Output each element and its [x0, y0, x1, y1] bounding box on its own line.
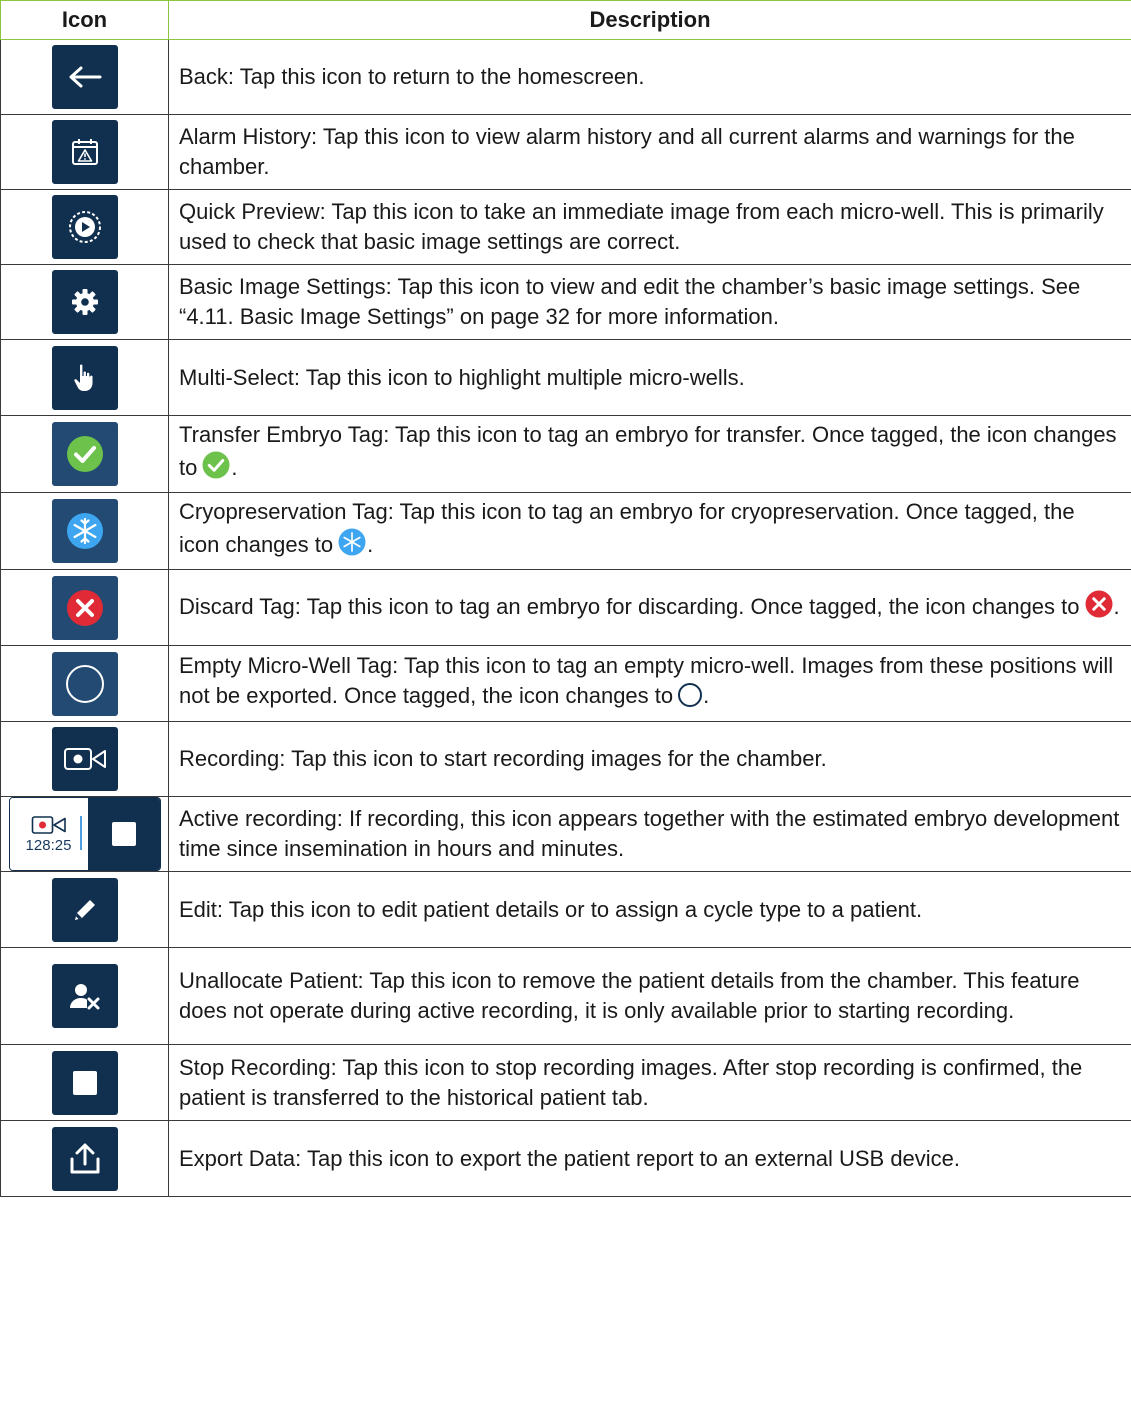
gear-icon — [51, 270, 118, 334]
row-description: Discard Tag: Tap this icon to tag an emb… — [168, 569, 1131, 646]
development-time: 128:25 — [25, 836, 72, 854]
row-description: Active recording: If recording, this ico… — [168, 796, 1131, 872]
icon-description-table: Icon Description Back: Tap this icon to … — [0, 0, 1131, 1197]
description-text-end: . — [703, 683, 710, 708]
row-description: Recording: Tap this icon to start record… — [168, 721, 1131, 797]
table-row: Transfer Embryo Tag: Tap this icon to ta… — [0, 415, 1131, 493]
check-circle-icon — [201, 450, 231, 488]
table-row: Recording: Tap this icon to start record… — [0, 721, 1131, 797]
column-header-icon: Icon — [0, 0, 169, 40]
user-remove-icon — [51, 964, 118, 1028]
table-row: Multi-Select: Tap this icon to highlight… — [0, 339, 1131, 416]
table-row: Export Data: Tap this icon to export the… — [0, 1120, 1131, 1197]
stop-square-icon — [111, 822, 136, 846]
row-description: Export Data: Tap this icon to export the… — [168, 1120, 1131, 1197]
row-description: Empty Micro-Well Tag: Tap this icon to t… — [168, 645, 1131, 722]
table-row: Discard Tag: Tap this icon to tag an emb… — [0, 569, 1131, 646]
description-text: Transfer Embryo Tag: Tap this icon to ta… — [179, 422, 1117, 480]
description-text-end: . — [231, 455, 238, 480]
table-row: Cryopreservation Tag: Tap this icon to t… — [0, 492, 1131, 570]
table-row: Empty Micro-Well Tag: Tap this icon to t… — [0, 645, 1131, 722]
row-description: Unallocate Patient: Tap this icon to rem… — [168, 947, 1131, 1045]
snowflake-icon — [51, 499, 118, 563]
column-header-description: Description — [168, 0, 1131, 40]
hand-pointer-icon — [51, 345, 118, 410]
row-description: Edit: Tap this icon to edit patient deta… — [168, 871, 1131, 948]
recording-camera-icon — [31, 815, 66, 834]
table-row: 128:25 Active recording: If recording, t… — [0, 796, 1131, 872]
row-description: Alarm History: Tap this icon to view ala… — [168, 114, 1131, 190]
quick-preview-icon — [51, 195, 118, 259]
description-text: Empty Micro-Well Tag: Tap this icon to t… — [179, 653, 1114, 708]
row-description: Basic Image Settings: Tap this icon to v… — [168, 264, 1131, 340]
description-text: Discard Tag: Tap this icon to tag an emb… — [179, 593, 1080, 619]
table-row: Alarm History: Tap this icon to view ala… — [0, 114, 1131, 190]
check-circle-icon — [51, 422, 118, 486]
x-circle-icon — [1084, 589, 1114, 627]
row-description: Cryopreservation Tag: Tap this icon to t… — [168, 492, 1131, 570]
row-description: Multi-Select: Tap this icon to highlight… — [168, 339, 1131, 416]
table-row: Edit: Tap this icon to edit patient deta… — [0, 871, 1131, 948]
snowflake-icon — [337, 527, 367, 565]
table-row: Basic Image Settings: Tap this icon to v… — [0, 264, 1131, 340]
row-description: Transfer Embryo Tag: Tap this icon to ta… — [168, 415, 1131, 493]
empty-circle-icon — [677, 682, 703, 716]
table-row: Quick Preview: Tap this icon to take an … — [0, 189, 1131, 265]
table-header-row: Icon Description — [0, 0, 1131, 40]
table-row: Stop Recording: Tap this icon to stop re… — [0, 1044, 1131, 1121]
alarm-history-icon — [51, 120, 118, 184]
row-description: Quick Preview: Tap this icon to take an … — [168, 189, 1131, 265]
table-row: Unallocate Patient: Tap this icon to rem… — [0, 947, 1131, 1045]
active-recording-icon: 128:25 — [8, 797, 161, 871]
x-circle-icon — [51, 575, 118, 640]
pencil-icon — [51, 877, 118, 942]
video-camera-icon — [51, 727, 118, 791]
table-row: Back: Tap this icon to return to the hom… — [0, 39, 1131, 115]
description-text-end: . — [1113, 593, 1120, 619]
empty-circle-icon — [51, 651, 118, 716]
row-description: Back: Tap this icon to return to the hom… — [168, 39, 1131, 115]
description-text: Cryopreservation Tag: Tap this icon to t… — [179, 499, 1075, 557]
row-description: Stop Recording: Tap this icon to stop re… — [168, 1044, 1131, 1121]
export-upload-icon — [51, 1126, 118, 1191]
stop-square-icon — [51, 1050, 118, 1115]
back-arrow-icon — [51, 45, 118, 109]
description-text-end: . — [367, 532, 374, 557]
